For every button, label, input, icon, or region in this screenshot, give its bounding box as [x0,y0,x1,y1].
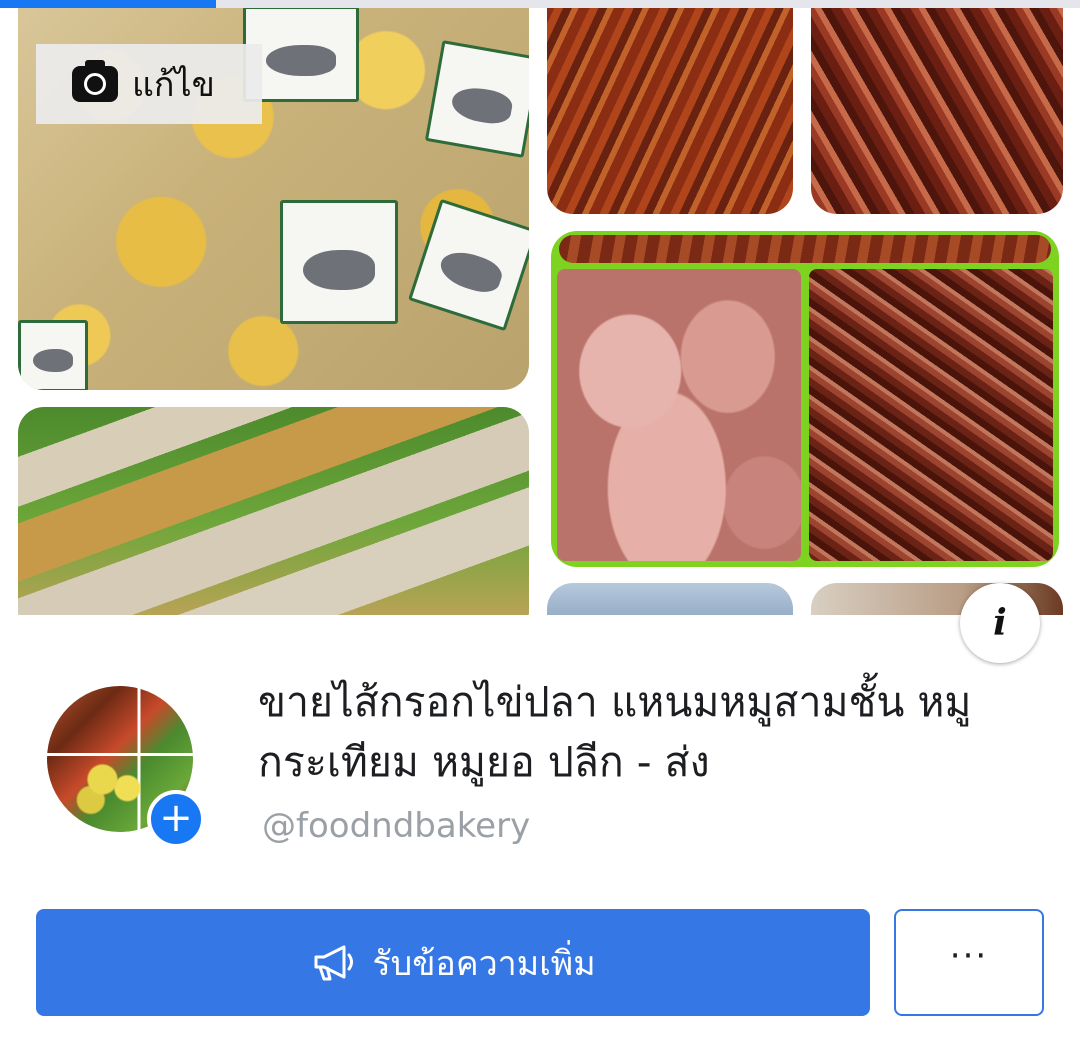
fish-image [303,250,375,291]
info-icon: i [993,602,1007,644]
send-message-label: รับข้อความเพิ่ม [372,943,596,984]
pack-label [424,40,529,158]
pack-label [280,200,398,324]
send-message-button[interactable]: รับข้อความเพิ่ม [36,909,870,1016]
load-progress-fill [0,0,216,8]
cover-tile-nam-and-jerky [551,231,1059,567]
cover-tile-fried-fish [547,0,793,214]
fish-image [32,349,74,372]
combo-nam-packs [557,269,801,561]
fish-image [449,84,515,127]
more-icon: ··· [949,935,989,976]
page-username: @foodndbakery [262,806,531,846]
edit-cover-button[interactable]: แก้ไข [36,44,262,124]
pack-label [408,198,529,332]
megaphone-icon [314,945,354,980]
page-title: ขายไส้กรอกไข่ปลา แหนมหมูสามชั้น หมูกระเท… [258,678,972,786]
add-profile-photo-button[interactable]: + [147,790,205,848]
load-progress-bar [0,0,1080,8]
fish-image [265,45,337,76]
cover-tile-dried-meat [811,0,1063,214]
edit-cover-label: แก้ไข [132,65,215,105]
camera-icon [72,60,118,102]
profile-avatar-container[interactable]: + [47,686,205,848]
more-options-button[interactable]: ··· [894,909,1044,1016]
info-button[interactable]: i [960,583,1040,663]
cover-tile-partial [547,583,793,615]
cover-tile-sausages [18,407,529,615]
combo-sun-dried-beef [809,269,1053,561]
pack-label [18,320,88,390]
cover-photo-collage[interactable]: แก้ไข [0,0,1080,615]
combo-top-strip [559,235,1051,263]
fish-image [436,245,506,298]
